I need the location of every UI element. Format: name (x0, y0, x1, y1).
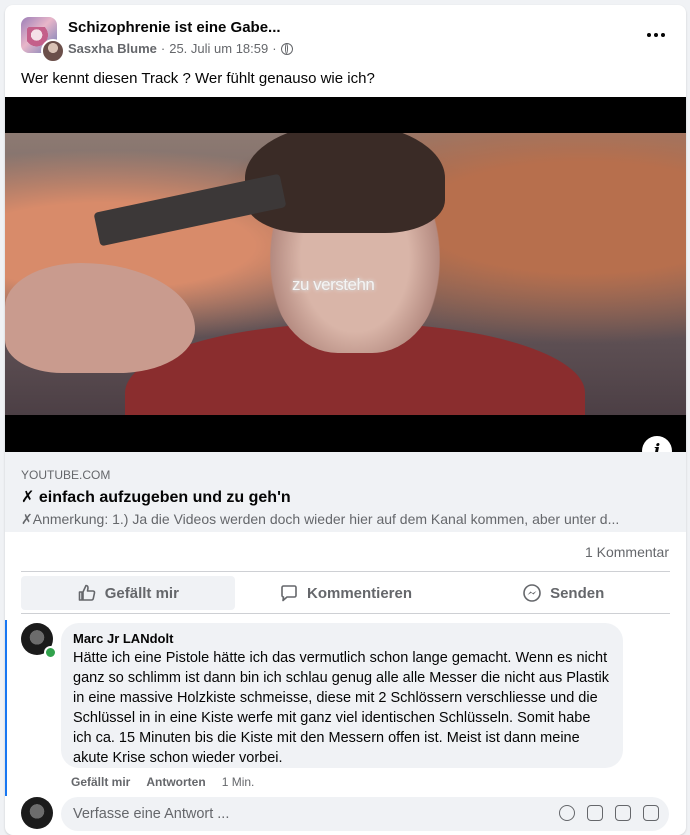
comment-actions: Gefällt mir Antworten 1 Min. (71, 775, 254, 789)
send-button[interactable]: Senden (456, 576, 670, 610)
video-overlay-caption: zu verstehn (292, 275, 375, 294)
comment-highlight-bar (5, 620, 7, 796)
group-name[interactable]: Schizophrenie ist eine Gabe... (68, 19, 281, 36)
reply-tools (559, 805, 659, 821)
emoji-icon[interactable] (559, 805, 575, 821)
reply-placeholder: Verfasse eine Antwort ... (73, 806, 230, 822)
globe-icon (280, 42, 293, 55)
post-date[interactable]: 25. Juli um 18:59 (169, 41, 268, 56)
video-player[interactable]: zu verstehn i (5, 97, 686, 466)
comment-icon (281, 585, 297, 602)
comment-like-link[interactable]: Gefällt mir (71, 775, 130, 789)
gif-icon[interactable] (615, 805, 631, 821)
author-avatar[interactable] (41, 39, 65, 63)
camera-icon[interactable] (587, 805, 603, 821)
link-domain: YOUTUBE.COM (21, 468, 111, 482)
comment-button[interactable]: Kommentieren (239, 576, 453, 610)
meta-separator: · (272, 41, 277, 56)
post-card: Schizophrenie ist eine Gabe... Sasxha Bl… (5, 5, 686, 835)
video-figure-hand (5, 263, 195, 373)
send-label: Senden (550, 584, 605, 602)
action-bar: Gefällt mir Kommentieren Senden (21, 576, 670, 610)
post-meta: Sasxha Blume · 25. Juli um 18:59 · (68, 41, 293, 56)
more-options-icon[interactable] (644, 25, 668, 45)
reply-input[interactable]: Verfasse eine Antwort ... (61, 797, 669, 831)
post-text: Wer kennt diesen Track ? Wer fühlt genau… (21, 70, 375, 87)
comment-count[interactable]: 1 Kommentar (585, 544, 669, 560)
comment-reply-link[interactable]: Antworten (146, 775, 205, 789)
online-status-dot (44, 646, 57, 659)
link-title[interactable]: ✗ einfach aufzugeben und zu geh'n (21, 487, 291, 507)
comment-bubble: Marc Jr LANdolt Hätte ich eine Pistole h… (61, 623, 623, 768)
video-frame[interactable]: zu verstehn (5, 133, 686, 415)
link-preview[interactable]: YOUTUBE.COM ✗ einfach aufzugeben und zu … (5, 452, 686, 532)
comment-text: Hätte ich eine Pistole hätte ich das ver… (73, 650, 609, 766)
meta-separator: · (160, 41, 166, 56)
reply-avatar (21, 797, 53, 829)
link-description: ✗Anmerkung: 1.) Ja die Videos werden doc… (21, 511, 620, 527)
thumbs-up-icon (78, 584, 96, 601)
comment-label: Kommentieren (306, 584, 413, 602)
like-button[interactable]: Gefällt mir (21, 576, 235, 610)
like-label: Gefällt mir (104, 584, 179, 602)
comment-author[interactable]: Marc Jr LANdolt (73, 631, 611, 646)
messenger-icon (523, 584, 541, 602)
comment-time[interactable]: 1 Min. (222, 775, 255, 789)
divider (21, 613, 670, 614)
post-author[interactable]: Sasxha Blume (68, 41, 157, 56)
divider (21, 571, 670, 572)
sticker-icon[interactable] (643, 805, 659, 821)
video-figure-gun (93, 173, 287, 247)
